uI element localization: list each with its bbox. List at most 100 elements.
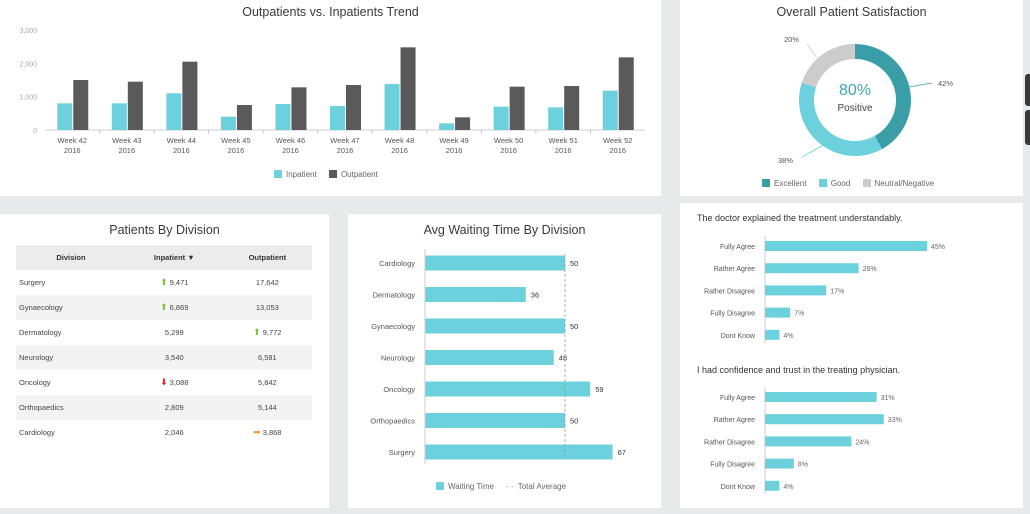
cell-division-text: Orthopaedics bbox=[19, 403, 64, 412]
x-tick-label-year: 2016 bbox=[337, 146, 354, 155]
bar-outpatient bbox=[73, 80, 89, 130]
cell-inpatient-text: 9,471 bbox=[169, 278, 189, 287]
trend-up-icon: ⬆ bbox=[253, 327, 261, 337]
bar-waiting bbox=[425, 381, 591, 397]
cell-outpatient: ➡ 3,868 bbox=[223, 420, 312, 445]
value-label: 59 bbox=[595, 385, 603, 394]
cell-outpatient: 5,842 bbox=[223, 370, 312, 395]
cell-division: Cardiology bbox=[16, 420, 126, 445]
x-tick-label: Week 50 bbox=[494, 136, 523, 145]
y-tick-label: 2,000 bbox=[19, 61, 37, 68]
table-row: Surgery ⬆ 9,471 17,642 bbox=[16, 270, 312, 295]
bar-response bbox=[765, 414, 884, 425]
leader-good bbox=[801, 142, 828, 158]
cell-inpatient: ⬆ 9,471 bbox=[126, 270, 223, 295]
category-label: Dont Know bbox=[721, 484, 756, 491]
label-excellent: 42% bbox=[938, 79, 953, 88]
category-label: Surgery bbox=[389, 448, 416, 457]
q2-title: I had confidence and trust in the treati… bbox=[697, 365, 901, 375]
legend-waiting: Waiting Time bbox=[436, 482, 494, 491]
table-row: Gynaecology ⬆ 6,869 13,053 bbox=[16, 295, 312, 320]
table-row: Neurology 3,540 6,581 bbox=[16, 345, 312, 370]
category-label: Neurology bbox=[381, 354, 415, 363]
trend-panel: Outpatients vs. Inpatients Trend 3,000 2,… bbox=[0, 0, 661, 196]
bar-waiting bbox=[425, 318, 565, 334]
value-label: 45% bbox=[931, 244, 945, 251]
cell-outpatient-text: 5,842 bbox=[257, 378, 277, 387]
cell-outpatient: 5,144 bbox=[222, 395, 312, 420]
category-label: Fully Disagree bbox=[710, 311, 755, 318]
label-good: 38% bbox=[778, 156, 793, 165]
q1-title: The doctor explained the treatment under… bbox=[697, 213, 903, 223]
q1-chart: Fully Agree 45% Rather Agree 26% Rather Disa… bbox=[704, 236, 945, 343]
cell-inpatient: 2,809 bbox=[125, 395, 223, 420]
cell-inpatient-text: 3,088 bbox=[169, 378, 189, 387]
slice-neutral bbox=[801, 44, 855, 88]
bar-response bbox=[765, 307, 791, 318]
division-title: Patients By Division bbox=[109, 223, 220, 237]
value-label: 33% bbox=[888, 417, 902, 424]
x-tick-label-year: 2016 bbox=[118, 146, 135, 155]
edge-tab-top[interactable] bbox=[1025, 74, 1030, 106]
trend-right-icon: ➡ bbox=[253, 427, 261, 437]
bar-inpatient bbox=[330, 106, 345, 130]
trend-chart: 3,0002,0001,0000Week 422016Week 432016We… bbox=[19, 28, 645, 155]
center-label: Positive bbox=[837, 103, 872, 114]
category-label: Fully Disagree bbox=[710, 462, 755, 469]
bar-inpatient bbox=[220, 116, 236, 130]
bar-outpatient bbox=[291, 87, 307, 130]
legend-good: Good bbox=[818, 179, 850, 188]
cell-outpatient-text: 17,642 bbox=[255, 278, 279, 287]
category-label: Dont Know bbox=[721, 333, 756, 340]
cell-inpatient: 2,046 bbox=[126, 420, 223, 445]
x-tick-label-year: 2016 bbox=[555, 146, 572, 155]
cell-inpatient: ⬇ 3,088 bbox=[126, 370, 223, 395]
waiting-legend: Waiting Time - - Total Average bbox=[436, 482, 576, 491]
trend-down-icon: ⬇ bbox=[160, 377, 168, 387]
bar-response bbox=[765, 263, 859, 274]
value-label: 8% bbox=[798, 462, 808, 469]
value-label: 4% bbox=[783, 484, 793, 491]
bar-response bbox=[765, 480, 780, 491]
x-tick-label-year: 2016 bbox=[446, 146, 463, 155]
cell-division-text: Surgery bbox=[19, 278, 46, 287]
legend-average: - - Total Average bbox=[506, 482, 567, 491]
x-tick-label-year: 2016 bbox=[500, 146, 517, 155]
x-tick-label-year: 2016 bbox=[173, 146, 190, 155]
bar-inpatient bbox=[602, 90, 618, 130]
legend-excellent: Excellent bbox=[762, 179, 806, 188]
bar-inpatient bbox=[548, 107, 564, 130]
cell-division: Neurology bbox=[16, 345, 126, 370]
edge-tab-bottom[interactable] bbox=[1025, 110, 1030, 145]
q2-chart: Fully Agree 31% Rather Agree 33% Rather Disa… bbox=[704, 387, 902, 494]
category-label: Oncology bbox=[383, 385, 415, 394]
bar-response bbox=[765, 436, 852, 447]
satisfaction-panel: Overall Patient Satisfaction 80% Positive… bbox=[680, 0, 1023, 196]
x-tick-label-year: 2016 bbox=[609, 146, 626, 155]
value-label: 24% bbox=[855, 439, 869, 446]
cell-inpatient-text: 6,869 bbox=[169, 303, 189, 312]
bar-outpatient bbox=[564, 86, 580, 130]
x-tick-label-year: 2016 bbox=[64, 146, 81, 155]
label-neutral: 20% bbox=[784, 35, 799, 44]
bar-inpatient bbox=[493, 106, 509, 130]
cell-outpatient: 6,581 bbox=[222, 345, 312, 370]
x-tick-label: Week 42 bbox=[58, 136, 87, 145]
table-row: Dermatology 5,299 ⬆ 9,772 bbox=[16, 320, 312, 345]
bar-inpatient bbox=[57, 103, 73, 130]
satisfaction-legend: Excellent Good Neutral/Negative bbox=[762, 179, 944, 188]
cell-outpatient-text: 13,053 bbox=[255, 303, 279, 312]
legend-neutral: Neutral/Negative bbox=[862, 179, 934, 188]
center-value: 80% bbox=[839, 82, 871, 99]
bar-outpatient bbox=[236, 105, 252, 130]
cell-inpatient-text: 3,540 bbox=[164, 353, 184, 362]
category-label: Rather Disagree bbox=[704, 288, 755, 295]
bar-response bbox=[765, 241, 927, 251]
bar-outpatient bbox=[127, 81, 143, 130]
table-row: Oncology ⬇ 3,088 5,842 bbox=[16, 370, 312, 395]
value-label: 26% bbox=[863, 266, 877, 273]
col-inpatient-sort[interactable]: Inpatient ▼ bbox=[125, 245, 223, 270]
value-label: 31% bbox=[881, 395, 895, 402]
col-division: Division bbox=[16, 245, 126, 270]
cell-division: Oncology bbox=[16, 370, 126, 395]
